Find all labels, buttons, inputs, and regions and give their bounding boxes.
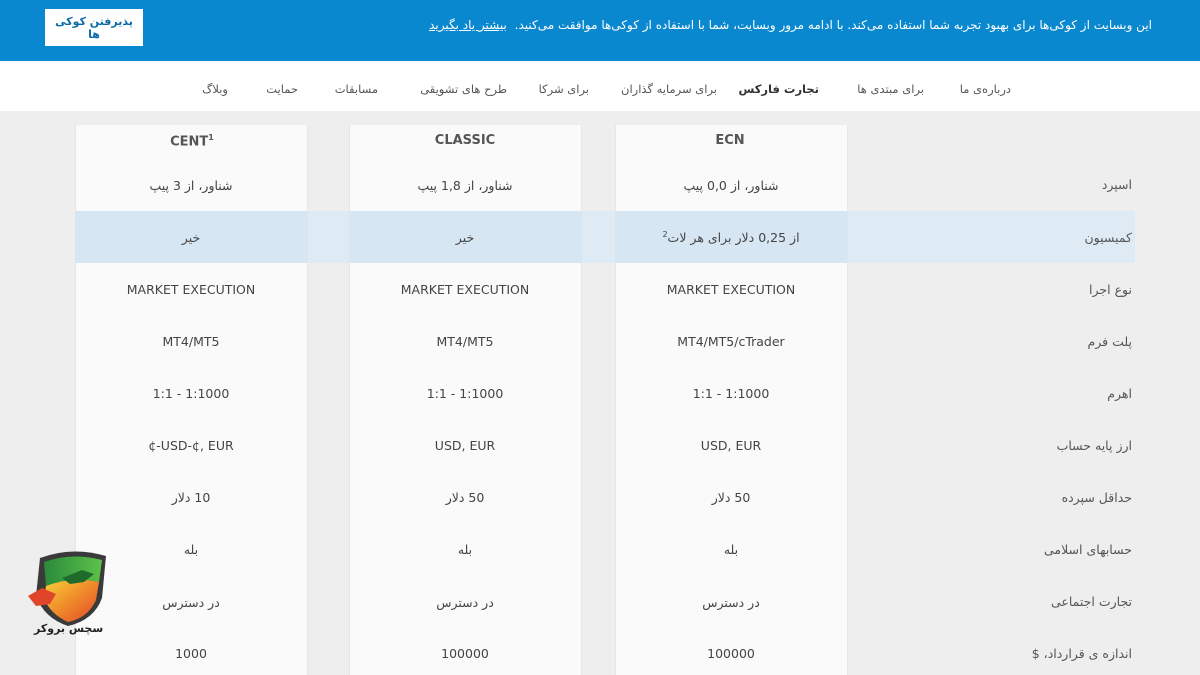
cell-ecn-spread: شناور، از 0,0 پیپ <box>683 178 779 193</box>
row-label-spread: اسپرد <box>1101 177 1132 192</box>
nav-item-beginners[interactable]: برای مبتدی ها <box>857 82 924 96</box>
cookie-message-text: این وبسایت از کوکی‌ها برای بهبود تجربه ش… <box>514 18 1152 32</box>
accept-cookies-button[interactable]: پذیرفتن کوکی ها <box>45 9 143 46</box>
row-label-base-currency: ارز پایه حساب <box>1056 438 1132 453</box>
cell-ecn-leverage: 1:1 - 1:1000 <box>692 386 770 401</box>
cell-classic-execution: MARKET EXECUTION <box>400 282 530 297</box>
nav-item-contests[interactable]: مسابقات <box>335 82 378 96</box>
cell-classic-currency: USD, EUR <box>434 438 496 453</box>
cell-classic-social: در دسترس <box>436 595 494 610</box>
cell-cent-min-deposit: 10 دلار <box>171 490 211 505</box>
cell-ecn-contract: 100000 <box>707 646 755 661</box>
cell-ecn-execution: MARKET EXECUTION <box>666 282 796 297</box>
row-label-leverage: اهرم <box>1107 386 1132 401</box>
cell-ecn-platform: MT4/MT5/cTrader <box>677 334 785 349</box>
nav-item-support[interactable]: حمایت <box>266 82 298 96</box>
cell-cent-social: در دسترس <box>162 595 220 610</box>
cookie-message: این وبسایت از کوکی‌ها برای بهبود تجربه ش… <box>429 18 1152 32</box>
main-nav: درباره‌ی ما برای مبتدی ها تجارت فارکس بر… <box>0 61 1200 111</box>
logo-text: سچس بروکر <box>34 622 104 635</box>
column-header-classic: CLASSIC <box>435 133 495 148</box>
cell-ecn-currency: USD, EUR <box>700 438 762 453</box>
cell-cent-currency: ¢-USD-¢, EUR <box>148 438 234 453</box>
cell-ecn-commission: از 0,25 دلار برای هر لات2 <box>662 230 799 245</box>
cell-cent-commission: خیر <box>181 230 201 245</box>
nav-item-forex-trading[interactable]: تجارت فارکس <box>738 82 819 96</box>
row-label-commission: کمیسیون <box>1084 230 1132 245</box>
cell-classic-islamic: بله <box>457 542 473 557</box>
cookie-banner: پذیرفتن کوکی ها این وبسایت از کوکی‌ها بر… <box>0 0 1200 61</box>
column-header-ecn-text: ECN <box>715 133 745 148</box>
nav-item-investors[interactable]: برای سرمایه گذاران <box>621 82 717 96</box>
nav-item-about[interactable]: درباره‌ی ما <box>960 82 1011 96</box>
column-header-classic-text: CLASSIC <box>434 133 496 148</box>
nav-item-blog[interactable]: وبلاگ <box>202 82 228 96</box>
cell-cent-platform: MT4/MT5 <box>162 334 220 349</box>
row-label-contract-size: اندازه ی قرارداد، $ <box>1031 646 1132 661</box>
cell-cent-execution: MARKET EXECUTION <box>126 282 256 297</box>
column-header-ecn: ECN <box>715 133 744 148</box>
cell-ecn-min-deposit: 50 دلار <box>711 490 751 505</box>
cell-classic-contract: 100000 <box>441 646 489 661</box>
cell-ecn-islamic: بله <box>723 542 739 557</box>
cell-classic-commission: خیر <box>455 230 475 245</box>
cell-classic-min-deposit: 50 دلار <box>445 490 485 505</box>
cell-cent-contract: 1000 <box>175 646 207 661</box>
nav-item-promotions[interactable]: طرح های تشویقی <box>420 82 507 96</box>
row-label-islamic-accounts: حسابهای اسلامی <box>1043 542 1132 557</box>
column-header-cent: CENT1 <box>170 133 214 149</box>
learn-more-link[interactable]: بیشتر یاد بگیرید <box>429 18 507 32</box>
row-label-min-deposit: حداقل سپرده <box>1061 490 1132 505</box>
cell-classic-platform: MT4/MT5 <box>436 334 494 349</box>
cell-ecn-commission-text: از 0,25 دلار برای هر لات <box>667 230 800 246</box>
cell-cent-leverage: 1:1 - 1:1000 <box>152 386 230 401</box>
cell-classic-spread: شناور، از 1,8 پیپ <box>417 178 513 193</box>
row-label-social-trading: تجارت اجتماعی <box>1050 594 1132 609</box>
nav-item-partners[interactable]: برای شرکا <box>539 82 589 96</box>
column-header-cent-footnote: 1 <box>208 133 214 142</box>
column-header-cent-text: CENT <box>170 134 209 150</box>
row-label-platform: پلت فرم <box>1087 334 1132 349</box>
row-label-execution-type: نوع اجرا <box>1089 282 1132 297</box>
cell-classic-leverage: 1:1 - 1:1000 <box>426 386 504 401</box>
cell-cent-islamic: بله <box>183 542 199 557</box>
cell-cent-spread: شناور، از 3 پیپ <box>149 178 233 193</box>
cell-ecn-social: در دسترس <box>702 595 760 610</box>
